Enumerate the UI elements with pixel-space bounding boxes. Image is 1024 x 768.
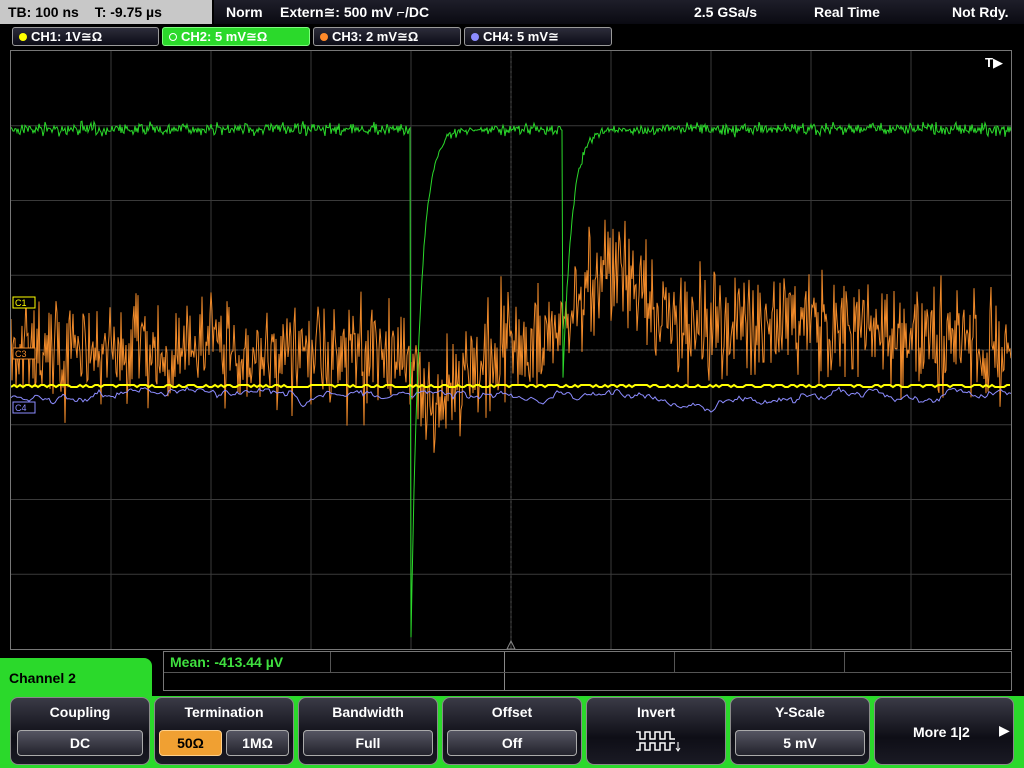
yscale-value[interactable]: 5 mV <box>735 730 865 756</box>
ch4-label: CH4: 5 mV≅ <box>483 29 559 44</box>
invert-pulse-icon <box>636 731 681 752</box>
trace-label-c3[interactable]: C3 <box>12 347 36 360</box>
ch3-color-dot <box>320 33 328 41</box>
termination-softkey[interactable]: Termination 50Ω 1MΩ <box>154 697 294 765</box>
timing-mode: Real Time <box>814 4 880 20</box>
trigger-readout[interactable]: Extern≅: 500 mV ⌐/DC <box>280 0 429 24</box>
trigger-time-readout: T: -9.75 µs <box>94 4 162 20</box>
timebase-readout: TB: 100 ns <box>8 4 79 20</box>
mean-measurement: Mean: -413.44 µV <box>170 654 284 670</box>
ch4-color-dot <box>471 33 479 41</box>
waveform-display[interactable]: C1 C3 C4 T▶ <box>10 50 1012 650</box>
ch2-label: CH2: 5 mV≅Ω <box>181 29 268 44</box>
yscale-softkey[interactable]: Y-Scale 5 mV <box>730 697 870 765</box>
tab-ch3[interactable]: CH3: 2 mV≅Ω <box>313 27 461 46</box>
offset-value[interactable]: Off <box>447 730 577 756</box>
graticule <box>11 51 1011 649</box>
tab-ch4[interactable]: CH4: 5 mV≅ <box>464 27 612 46</box>
termination-title: Termination <box>184 704 264 720</box>
coupling-softkey[interactable]: Coupling DC <box>10 697 150 765</box>
trace-label-c4[interactable]: C4 <box>12 401 36 414</box>
c4-marker-text: C4 <box>15 403 27 413</box>
c3-marker-text: C3 <box>15 349 27 359</box>
invert-title: Invert <box>636 704 676 720</box>
timebase-box[interactable]: TB: 100 ns T: -9.75 µs <box>0 0 212 24</box>
coupling-title: Coupling <box>49 704 111 720</box>
ch2-color-dot <box>169 33 177 41</box>
coupling-value[interactable]: DC <box>17 730 143 756</box>
offset-title: Offset <box>491 704 533 720</box>
bandwidth-softkey[interactable]: Bandwidth Full <box>298 697 438 765</box>
meas-divider <box>164 672 1011 673</box>
measurement-panel[interactable]: Mean: -413.44 µV <box>163 651 1012 691</box>
termination-1mohm-option[interactable]: 1MΩ <box>226 730 289 756</box>
meas-divider <box>504 652 505 690</box>
trigger-marker: T▶ <box>985 55 1003 70</box>
menu-title: Channel 2 <box>0 658 152 698</box>
meas-divider <box>330 652 331 672</box>
run-state: Not Rdy. <box>952 4 1009 20</box>
tab-ch1[interactable]: CH1: 1V≅Ω <box>12 27 159 46</box>
yscale-title: Y-Scale <box>775 704 825 720</box>
more-softkey[interactable]: More 1|2 ▶ <box>874 697 1014 765</box>
sample-rate: 2.5 GSa/s <box>694 4 758 20</box>
offset-softkey[interactable]: Offset Off <box>442 697 582 765</box>
acquisition-mode[interactable]: Norm <box>226 0 263 24</box>
ch1-color-dot <box>19 33 27 41</box>
ch3-label: CH3: 2 mV≅Ω <box>332 29 419 44</box>
meas-divider <box>844 652 845 672</box>
bandwidth-value[interactable]: Full <box>303 730 433 756</box>
bandwidth-title: Bandwidth <box>332 704 404 720</box>
more-label: More 1|2 <box>913 724 970 740</box>
ch1-label: CH1: 1V≅Ω <box>31 29 103 44</box>
tab-ch2[interactable]: CH2: 5 mV≅Ω <box>162 27 310 46</box>
more-arrow-icon: ▶ <box>999 722 1010 738</box>
ch1-trace <box>11 383 1010 389</box>
invert-softkey[interactable]: Invert <box>586 697 726 765</box>
meas-divider <box>674 652 675 672</box>
waveform-svg: C1 C3 C4 <box>11 51 1011 649</box>
c1-marker-text: C1 <box>15 298 27 308</box>
trace-label-c1[interactable]: C1 <box>12 296 36 309</box>
termination-50ohm-option[interactable]: 50Ω <box>159 730 222 756</box>
